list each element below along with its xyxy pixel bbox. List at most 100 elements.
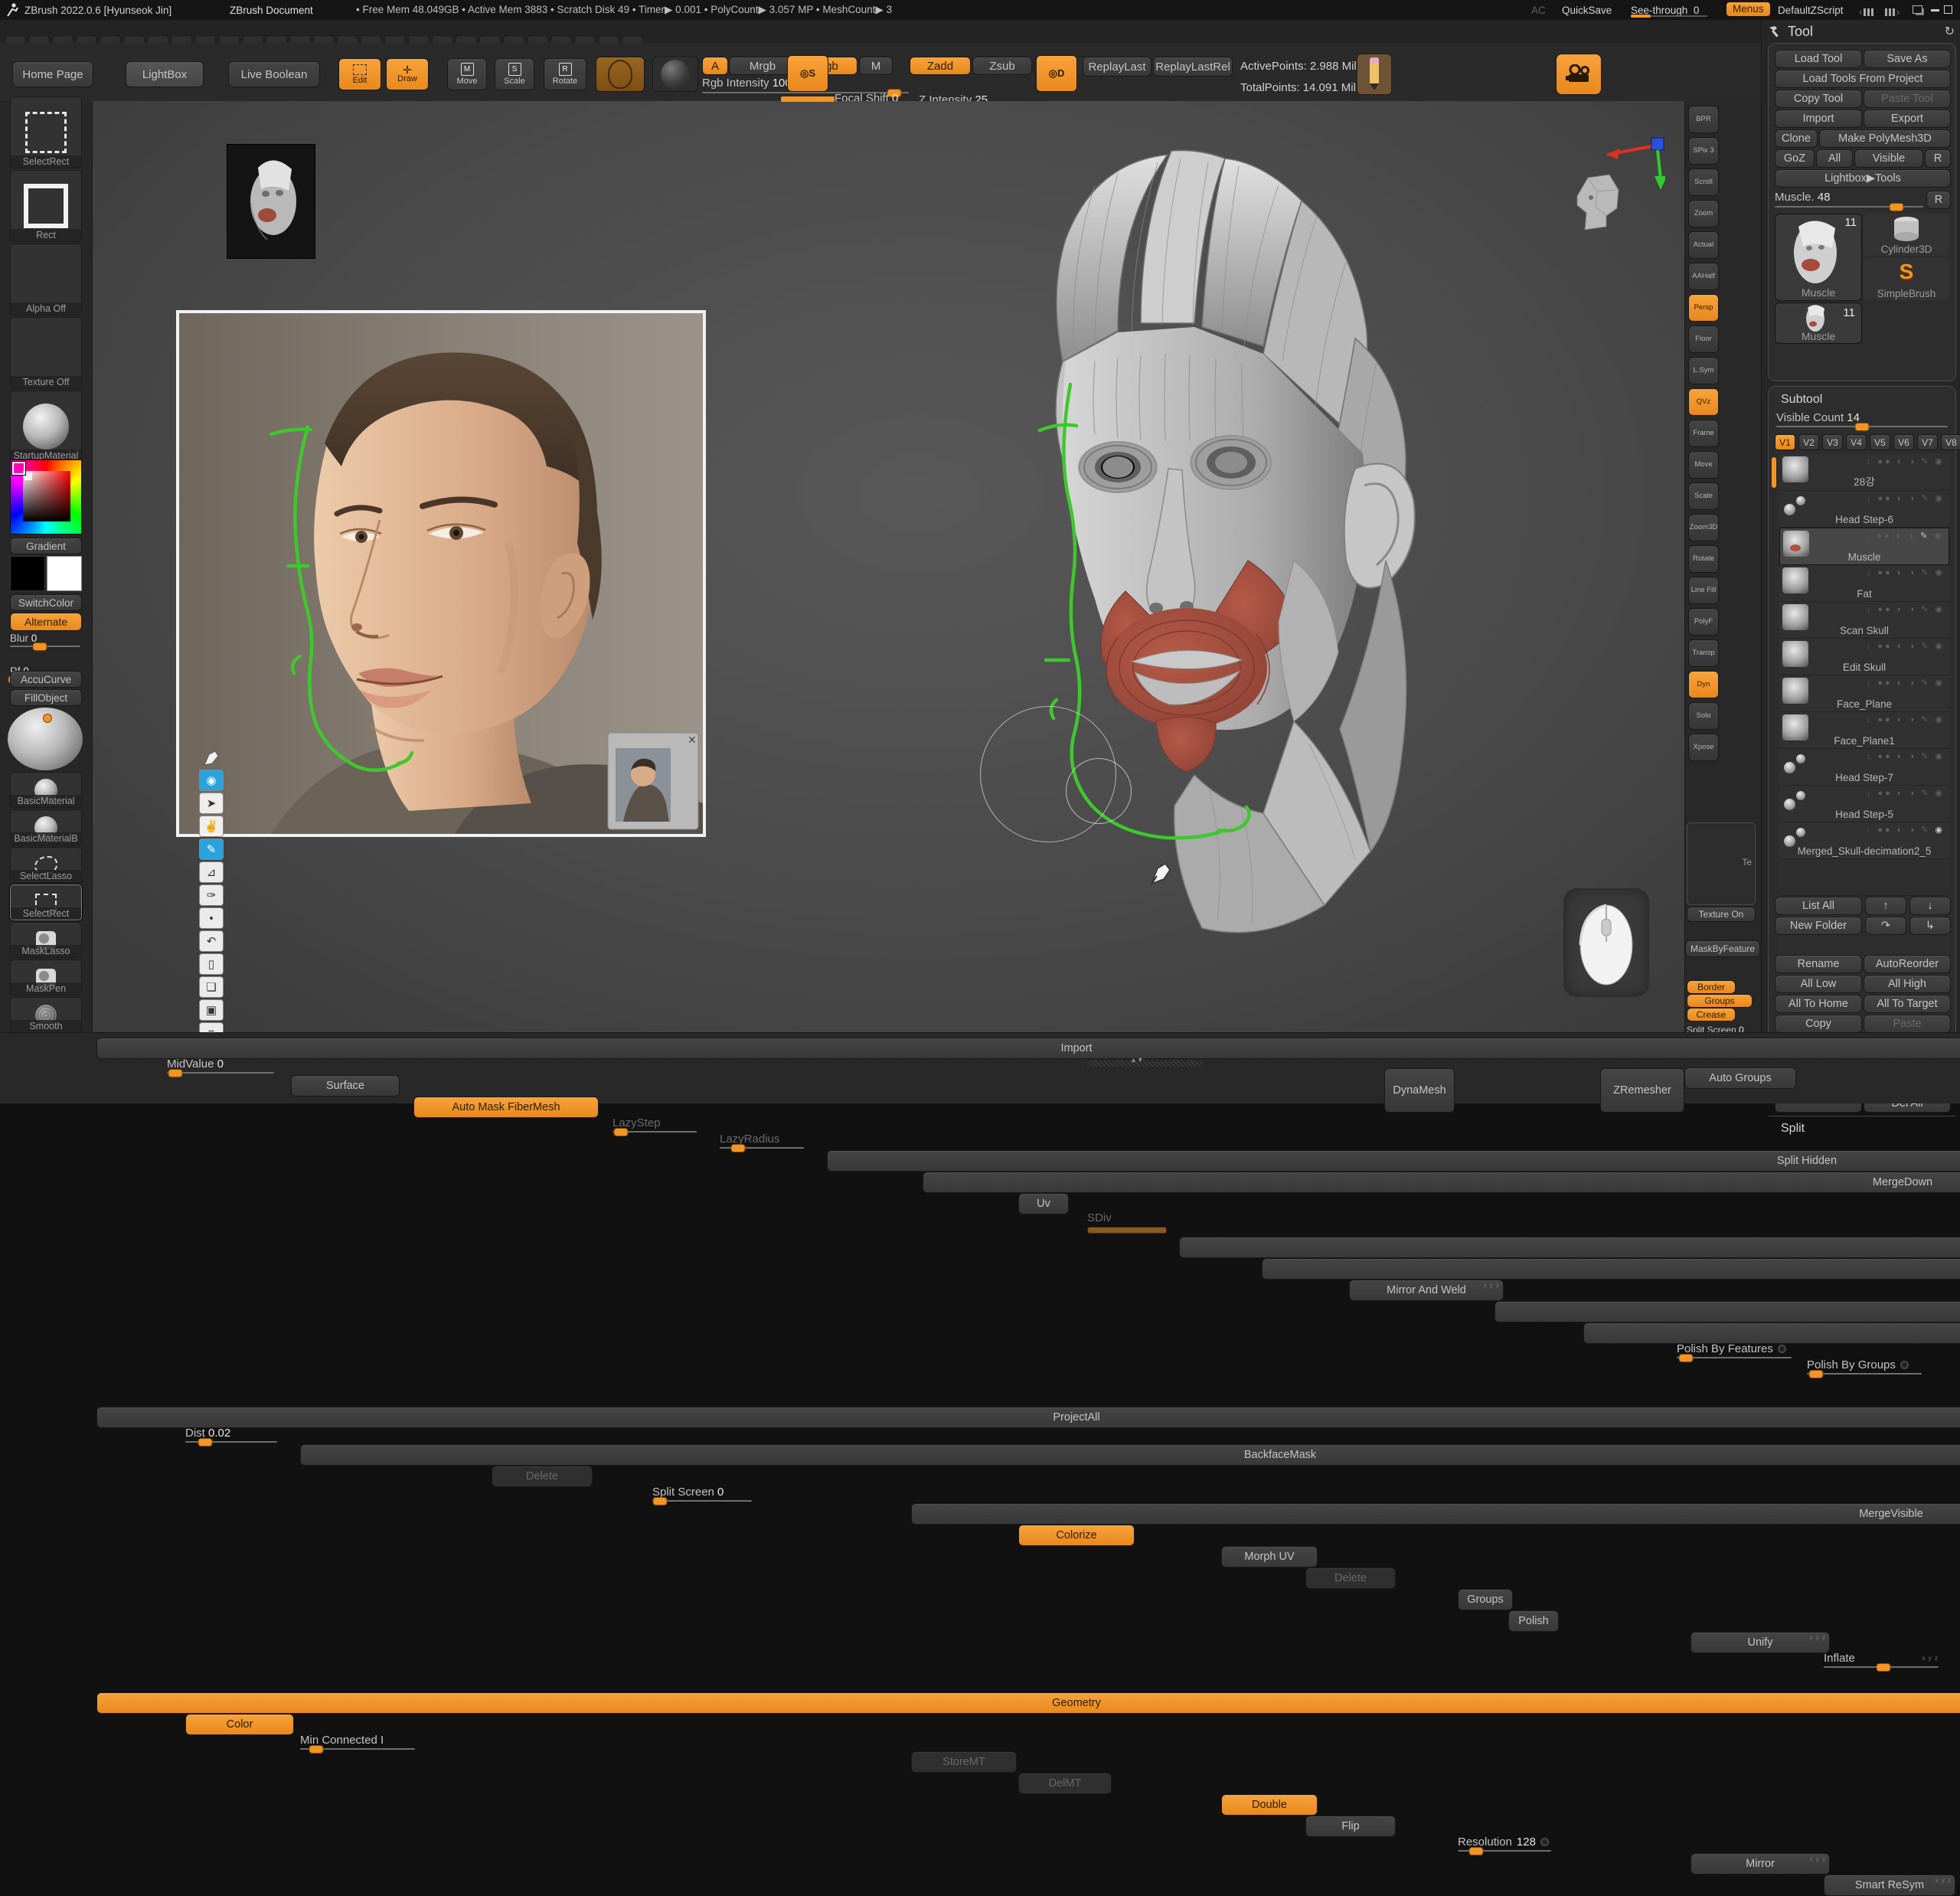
polish-features-radio[interactable] xyxy=(1778,1345,1786,1353)
unify-button[interactable]: Unifyx y z xyxy=(1690,1632,1830,1653)
menu-item[interactable] xyxy=(123,35,145,43)
sculpt-model[interactable] xyxy=(865,132,1470,959)
right-shelf-button[interactable]: AAHalf xyxy=(1688,263,1719,290)
zadd-button[interactable]: Zadd xyxy=(910,57,971,75)
new-folder-button[interactable]: New Folder xyxy=(1775,917,1862,935)
subtool-item[interactable]: ↓ ●● ◐ ◑ ✎ ◉ Scan Skull xyxy=(1779,602,1949,639)
menu-item[interactable] xyxy=(289,35,311,43)
right-shelf-button[interactable]: BPR xyxy=(1688,106,1719,133)
subtool-item[interactable]: ↓ ●● ◐ ◑ ✎ ◉ Head Step-7 xyxy=(1779,749,1949,786)
subtool-item[interactable]: ↓ ●● ◐ ◑ ✎ ◉ Face_Plane xyxy=(1779,675,1949,712)
maximize-button[interactable] xyxy=(1944,5,1952,14)
select-arrow-tool-icon[interactable]: ➤ xyxy=(199,793,224,814)
tray-brush-item[interactable]: MaskPen xyxy=(10,959,82,995)
subtool-item-icons[interactable]: ↓ ●● ◐ ◑ ✎ ◉ xyxy=(1867,641,1945,651)
split-hidden-button[interactable]: Split Hidden xyxy=(827,1150,1960,1172)
mergedown-button[interactable]: MergeDown xyxy=(923,1172,1960,1193)
tool-r-button[interactable]: R xyxy=(1926,191,1951,209)
image-tool-icon[interactable]: ▣ xyxy=(199,999,224,1021)
panel-refresh-icon[interactable]: ↻ xyxy=(1945,24,1955,39)
menu-item[interactable] xyxy=(266,35,287,43)
resolution-radio[interactable] xyxy=(1540,1838,1549,1846)
menu-item[interactable] xyxy=(550,35,572,43)
import-button[interactable]: Import xyxy=(1775,110,1862,128)
double-button[interactable]: Double xyxy=(1221,1794,1318,1816)
mrgb-button[interactable]: Mrgb xyxy=(729,57,796,75)
right-shelf-button[interactable]: Zoom3D xyxy=(1688,514,1719,541)
goz-r-button[interactable]: R xyxy=(1925,149,1951,168)
mask-by-feature-button[interactable]: MaskByFeature xyxy=(1685,940,1760,957)
measure-tool-icon[interactable]: ⊿ xyxy=(199,861,224,883)
subtool-item-icons[interactable]: ↓ ●● ◐ ◑ ✎ ◉ xyxy=(1867,678,1945,688)
polish-by-groups-slider[interactable]: Polish By Groups xyxy=(1807,1358,1922,1375)
delete-tool-icon[interactable]: ▯ xyxy=(199,953,224,975)
delete2-dim-button[interactable]: Delete xyxy=(1305,1567,1396,1589)
active-tool-thumbnail[interactable]: 11 Muscle xyxy=(1775,214,1862,301)
replay-last-button[interactable]: ReplayLast xyxy=(1083,57,1152,77)
paste-tool-button[interactable]: Paste Tool xyxy=(1864,90,1951,108)
right-shelf-button[interactable]: Line Fill xyxy=(1688,577,1719,604)
right-shelf-button[interactable]: Move xyxy=(1688,451,1719,479)
groups-button[interactable]: Groups xyxy=(1687,994,1753,1008)
del-higher-button[interactable]: Del Higher xyxy=(1262,1258,1960,1280)
right-shelf-button[interactable]: Transp xyxy=(1688,639,1719,667)
right-shelf-button[interactable]: L.Sym xyxy=(1688,357,1719,384)
auto-mask-fibermesh-button[interactable]: Auto Mask FiberMesh xyxy=(413,1097,599,1118)
subtool-v-button[interactable]: V3 xyxy=(1822,434,1843,450)
menu-item[interactable] xyxy=(384,35,406,43)
intensity-sphere[interactable] xyxy=(8,708,83,770)
visibility-tool-icon[interactable]: ◉ xyxy=(199,770,224,791)
texture-on-button[interactable]: Texture On xyxy=(1687,907,1756,922)
projectall-button[interactable]: ProjectAll xyxy=(96,1407,1960,1428)
menu-item[interactable] xyxy=(52,35,74,43)
import-mesh-button[interactable]: Import xyxy=(96,1038,1960,1059)
dynamic-size-icon-button[interactable]: ◎D xyxy=(1036,55,1077,92)
menu-item[interactable] xyxy=(574,35,596,43)
move-into-button[interactable]: ↳ xyxy=(1909,917,1951,935)
right-tray-toggle-icon[interactable]: › xyxy=(1885,6,1900,18)
morph-uv-button[interactable]: Morph UV xyxy=(1221,1546,1318,1567)
export-button[interactable]: Export xyxy=(1864,110,1951,128)
menu-item[interactable] xyxy=(432,35,453,43)
menu-item[interactable] xyxy=(408,35,430,43)
brush-size-icon-button[interactable]: ◎S xyxy=(787,55,828,92)
subtool-item-icons[interactable]: ↓ ●● ◐ ◑ ✎ ◉ xyxy=(1867,788,1945,798)
copy-tool-icon[interactable]: ❏ xyxy=(199,976,224,998)
menu-item[interactable] xyxy=(622,35,643,43)
uv-button[interactable]: Uv xyxy=(1018,1193,1069,1214)
list-all-button[interactable]: List All xyxy=(1775,897,1862,915)
subtool-item[interactable]: ↓ ●● ◐ ◑ ✎ ◉ Head Step-6 xyxy=(1779,491,1949,528)
right-shelf-button[interactable]: Actual xyxy=(1688,231,1719,259)
document-canvas[interactable]: ✕ xyxy=(92,101,1684,1038)
right-shelf-button[interactable]: Xpose xyxy=(1688,734,1719,761)
all-high-button[interactable]: All High xyxy=(1864,975,1951,993)
subtool-item[interactable]: ↓ ●● ◐ ◑ ✎ ◉ Edit Skull xyxy=(1779,639,1949,675)
default-zscript-button[interactable]: DefaultZScript xyxy=(1778,5,1844,16)
move-down-button[interactable]: ↓ xyxy=(1909,897,1951,915)
right-shelf-button[interactable]: Rotate xyxy=(1688,545,1719,573)
polish-by-features-slider[interactable]: Polish By Features xyxy=(1677,1342,1792,1358)
rename-button[interactable]: Rename xyxy=(1775,955,1862,973)
backfacemask-button[interactable]: BackfaceMask xyxy=(300,1444,1960,1466)
subtool-item-icons[interactable]: ↓ ●● ◐ ◑ ✎ ◉ xyxy=(1867,825,1945,835)
storemt-button[interactable]: StoreMT xyxy=(911,1751,1017,1773)
border-button[interactable]: Border xyxy=(1687,980,1736,994)
simplebrush-tool[interactable]: S SimpleBrush xyxy=(1864,258,1949,300)
accucurve-button[interactable]: AccuCurve xyxy=(10,671,82,688)
menu-item[interactable] xyxy=(5,35,26,43)
live-boolean-button[interactable]: Live Boolean xyxy=(228,61,320,87)
menu-item[interactable] xyxy=(598,35,619,43)
tray-thumbnail-item[interactable]: Alpha Off xyxy=(10,244,82,315)
del-hidden-button[interactable]: Del Hidden xyxy=(1494,1301,1960,1322)
load-tools-from-project-button[interactable]: Load Tools From Project xyxy=(1775,70,1951,88)
menu-item[interactable] xyxy=(242,35,263,43)
menu-item[interactable] xyxy=(527,35,548,43)
blur-slider[interactable]: Blur 0 xyxy=(10,633,80,647)
color-picker[interactable] xyxy=(10,459,82,534)
zremesher-button[interactable]: ZRemesher xyxy=(1600,1068,1684,1113)
delete-dim-button[interactable]: Delete xyxy=(492,1466,593,1487)
all-to-target-button[interactable]: All To Target xyxy=(1864,995,1951,1013)
menu-item[interactable] xyxy=(503,35,524,43)
paste-subtool-button[interactable]: Paste xyxy=(1864,1015,1951,1033)
zsub-button[interactable]: Zsub xyxy=(972,57,1032,75)
